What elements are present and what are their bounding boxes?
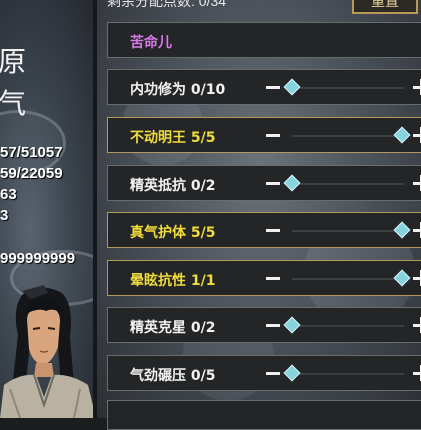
level-slider-track[interactable] [292, 87, 404, 89]
stat-value: 999999999 [0, 250, 76, 267]
level-slider-knob[interactable] [283, 364, 301, 382]
skill-label: 内功修为 0/10 [130, 82, 226, 98]
decrease-button[interactable] [266, 372, 280, 375]
character-panel: 原 气 57/51057 59/22059 63 3 999999999 [0, 0, 100, 418]
skill-row: 内功修为 0/10 [107, 69, 421, 105]
skill-row: 精英抵抗 0/2 [107, 165, 421, 201]
stat-value: 57/51057 [0, 144, 63, 161]
decrease-button[interactable] [266, 182, 280, 185]
title-row: 苦命儿 [107, 22, 421, 58]
skill-row: 不动明王 5/5 [107, 117, 421, 153]
level-slider-knob[interactable] [283, 316, 301, 334]
skill-row: 晕眩抗性 1/1 [107, 260, 421, 296]
title-char: 原 [0, 45, 27, 78]
increase-button[interactable] [413, 365, 421, 381]
reset-button[interactable]: 重置 [352, 0, 418, 14]
level-slider-knob[interactable] [393, 221, 411, 239]
level-slider-knob[interactable] [393, 269, 411, 287]
skill-panel: 剩余分配点数: 0/34 重置 苦命儿 内功修为 0/10 不动明王 5/5 精英抵… [93, 0, 421, 430]
decrease-button[interactable] [266, 277, 280, 280]
title-label: 苦命儿 [130, 35, 172, 51]
level-slider-track[interactable] [292, 230, 404, 232]
skill-label: 精英抵抗 0/2 [130, 178, 216, 194]
list-item [107, 400, 421, 430]
increase-button[interactable] [413, 175, 421, 191]
decrease-button[interactable] [266, 229, 280, 232]
title-char: 气 [0, 87, 27, 120]
stat-value: 59/22059 [0, 165, 63, 182]
level-slider-track[interactable] [292, 373, 404, 375]
increase-button[interactable] [413, 127, 421, 143]
decrease-button[interactable] [266, 134, 280, 137]
remaining-points: 剩余分配点数: 0/34 [107, 0, 227, 9]
increase-button[interactable] [413, 222, 421, 238]
increase-button[interactable] [413, 270, 421, 286]
level-slider-knob[interactable] [283, 174, 301, 192]
increase-button[interactable] [413, 317, 421, 333]
skill-label: 精英克星 0/2 [130, 320, 216, 336]
skill-label: 晕眩抗性 1/1 [130, 273, 216, 289]
character-portrait [0, 285, 96, 418]
decrease-button[interactable] [266, 324, 280, 327]
level-slider-track[interactable] [292, 135, 404, 137]
skill-row: 气劲碾压 0/5 [107, 355, 421, 391]
decrease-button[interactable] [266, 86, 280, 89]
skill-row: 精英克星 0/2 [107, 307, 421, 343]
level-slider-track[interactable] [292, 183, 404, 185]
skill-label: 气劲碾压 0/5 [130, 368, 216, 384]
level-slider-knob[interactable] [283, 78, 301, 96]
level-slider-track[interactable] [292, 278, 404, 280]
level-slider-knob[interactable] [393, 126, 411, 144]
level-slider-track[interactable] [292, 325, 404, 327]
skill-label: 不动明王 5/5 [130, 130, 216, 146]
stat-value: 63 [0, 186, 17, 203]
skill-row: 真气护体 5/5 [107, 212, 421, 248]
increase-button[interactable] [413, 79, 421, 95]
skill-label: 真气护体 5/5 [130, 225, 216, 241]
stat-value: 3 [0, 207, 9, 224]
